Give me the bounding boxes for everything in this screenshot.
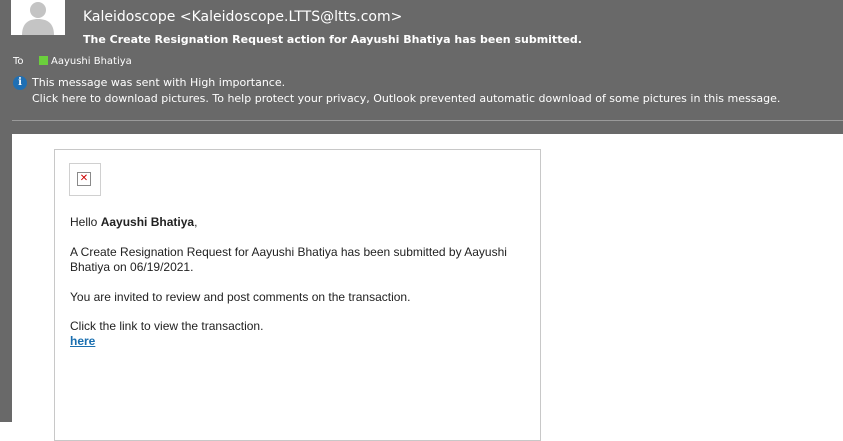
presence-available-icon: [39, 56, 48, 65]
person-silhouette-icon: [11, 0, 65, 35]
greeting-suffix: ,: [194, 215, 198, 229]
view-transaction-link[interactable]: here: [70, 334, 95, 349]
message-subject: The Create Resignation Request action fo…: [83, 33, 582, 46]
sender-avatar[interactable]: [11, 0, 65, 35]
email-body-card: ✕ Hello Aayushi Bhatiya, A Create Resign…: [54, 149, 541, 441]
reading-pane-edge: [0, 134, 12, 422]
recipient-name[interactable]: Aayushi Bhatiya: [51, 56, 132, 67]
greeting: Hello Aayushi Bhatiya,: [70, 215, 530, 230]
review-invitation-paragraph: You are invited to review and post comme…: [70, 290, 411, 304]
header-divider: [12, 120, 843, 121]
info-icon: i: [13, 76, 27, 90]
greeting-prefix: Hello: [70, 215, 101, 229]
broken-image-placeholder[interactable]: ✕: [69, 163, 101, 196]
importance-notice: This message was sent with High importan…: [32, 76, 286, 89]
sender-address[interactable]: Kaleidoscope <Kaleidoscope.LTTS@ltts.com…: [83, 9, 402, 25]
greeting-name: Aayushi Bhatiya: [100, 215, 195, 229]
view-instruction-paragraph: Click the link to view the transaction.: [70, 319, 264, 333]
download-pictures-notice[interactable]: Click here to download pictures. To help…: [32, 92, 780, 105]
broken-image-icon: ✕: [77, 172, 91, 186]
message-header: Kaleidoscope <Kaleidoscope.LTTS@ltts.com…: [0, 0, 843, 134]
submission-paragraph: A Create Resignation Request for Aayushi…: [70, 245, 507, 274]
to-label: To: [13, 56, 24, 67]
